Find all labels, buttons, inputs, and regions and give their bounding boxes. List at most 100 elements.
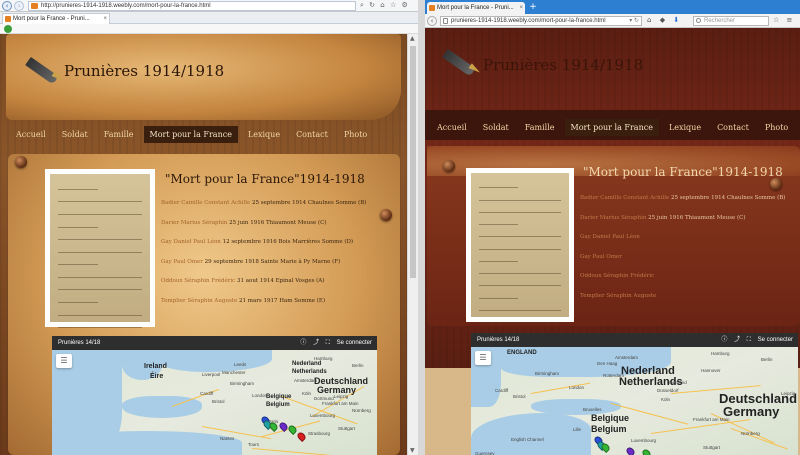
map-header: Prunières 14/18 ⓘ ⤴ ⛶ Se connecter <box>471 333 798 347</box>
fullscreen-icon[interactable]: ⛶ <box>747 337 751 343</box>
refresh-icon[interactable]: ↻ <box>369 1 375 9</box>
fullscreen-icon[interactable]: ⛶ <box>326 340 330 346</box>
soldier-entry: Badier Camille Constant Achille 25 septe… <box>161 200 366 206</box>
nav-item-photo[interactable]: Photo <box>338 126 373 143</box>
star-icon[interactable]: ☆ <box>390 1 396 9</box>
back-button[interactable]: ‹ <box>2 1 12 11</box>
soldier-name-link[interactable]: Darier Marius Séraphin <box>161 220 227 226</box>
map-place-label: Stuttgart <box>703 445 721 450</box>
ie-url-field[interactable]: http://prunieres-1914-1918.weebly.com/mo… <box>28 1 356 11</box>
ff-tab[interactable]: Mort pour la France - Pruni... × <box>427 2 525 14</box>
tab-favicon-icon <box>429 5 435 11</box>
map-place-label: Nürnberg <box>352 408 371 413</box>
soldier-name-link[interactable]: Gay Paul Omer <box>161 259 203 265</box>
map-place-label: Leeds <box>234 362 247 367</box>
share-icon[interactable]: ⤴ <box>313 340 319 346</box>
nav-item-accueil[interactable]: Accueil <box>10 126 52 143</box>
soldier-name-link[interactable]: Oddoux Séraphin Frédéric <box>580 273 654 279</box>
ff-search-box[interactable]: Rechercher <box>693 16 769 26</box>
pin-icon <box>15 156 27 168</box>
home-icon[interactable]: ⌂ <box>380 1 384 9</box>
ff-tab-title: Mort pour la France - Pruni... <box>437 5 514 11</box>
nav-item-photo[interactable]: Photo <box>759 119 794 136</box>
map-place-label: Nederland <box>292 361 322 367</box>
map-place-label: Berlin <box>761 357 773 362</box>
nav-item-mort-pour-la-france[interactable]: Mort pour la France <box>564 119 659 136</box>
sign-in-link[interactable]: Se connecter <box>337 340 372 346</box>
soldier-death-info: 21 mars 1917 Ham Somme (E) <box>237 297 326 304</box>
soldier-name-link[interactable]: Oddoux Séraphin Frédéric <box>161 278 235 284</box>
soldier-name-link[interactable]: Badier Camille Constant Achille <box>580 195 669 201</box>
soldier-name-link[interactable]: Badier Camille Constant Achille <box>161 200 250 206</box>
soldier-entry: Gay Paul Omer 29 septembre 1918 Sainte M… <box>161 259 340 265</box>
soldier-name-link[interactable]: Templier Séraphin Auguste <box>161 298 237 304</box>
close-tab-icon[interactable]: × <box>519 2 523 14</box>
info-icon[interactable]: ⓘ <box>721 337 727 343</box>
nav-item-famille[interactable]: Famille <box>98 126 140 143</box>
info-icon[interactable]: ⓘ <box>300 340 306 346</box>
page-scrollbar[interactable]: ▲ ▼ <box>407 34 418 455</box>
soldier-entry: Darier Marius Séraphin 25 juin 1916 Thia… <box>580 215 746 221</box>
pocket-icon[interactable]: ◆ <box>660 16 665 24</box>
nav-item-accueil[interactable]: Accueil <box>431 119 473 136</box>
map-legend-button[interactable]: ☰ <box>475 351 491 365</box>
site-title[interactable]: Prunières 1914/1918 <box>483 56 643 74</box>
soldier-name-link[interactable]: Templier Séraphin Auguste <box>580 293 656 299</box>
ie-tab-bar: Mort pour la France - Pruni... × <box>0 12 418 24</box>
ff-tab-strip: Mort pour la France - Pruni... × + <box>425 0 800 14</box>
archive-document-image <box>466 168 574 372</box>
soldier-death-info: 25 juin 1916 Thiaumont Meuse (C) <box>646 214 746 221</box>
nav-item-soldat[interactable]: Soldat <box>56 126 94 143</box>
sign-in-link[interactable]: Se connecter <box>758 337 793 343</box>
ie-tab[interactable]: Mort pour la France - Pruni... × <box>2 13 110 24</box>
back-button[interactable]: ‹ <box>427 16 437 26</box>
forward-button[interactable]: › <box>14 1 24 11</box>
tab-favicon-icon <box>5 16 11 22</box>
scroll-up-icon[interactable]: ▲ <box>410 35 415 42</box>
map-place-label: Bristol <box>212 399 225 404</box>
download-icon[interactable]: ⬇ <box>673 16 679 24</box>
soldier-name-link[interactable]: Gay Daniel Paul Léon <box>161 239 221 245</box>
map-place-label: Stuttgart <box>338 426 356 431</box>
map-place-label: Lille <box>573 427 582 432</box>
main-nav: Accueil Soldat Famille Mort pour la France L… <box>431 119 798 136</box>
star-icon[interactable]: ☆ <box>773 16 779 24</box>
nav-item-soldat[interactable]: Soldat <box>477 119 515 136</box>
website-ff: Prunières 1914/1918 Accueil Soldat Famille… <box>425 28 800 455</box>
search-icon[interactable]: ⌕ <box>360 1 364 9</box>
map-place-label: Hannover <box>701 368 721 373</box>
site-title[interactable]: Prunières 1914/1918 <box>64 62 224 80</box>
map-place-label: Dortmund <box>667 380 687 385</box>
soldier-name-link[interactable]: Gay Daniel Paul Léon <box>580 234 640 240</box>
close-tab-icon[interactable]: × <box>103 14 107 24</box>
soldier-name-link[interactable]: Gay Paul Omer <box>580 254 622 260</box>
soldier-death-info: 25 septembre 1914 Chaulnes Somme (B) <box>669 195 786 201</box>
home-icon[interactable]: ⌂ <box>647 16 651 24</box>
nav-item-contact[interactable]: Contact <box>711 119 755 136</box>
reload-icon[interactable]: ▾ ↻ <box>629 17 639 25</box>
nav-item-lexique[interactable]: Lexique <box>242 126 286 143</box>
nav-item-lexique[interactable]: Lexique <box>663 119 707 136</box>
nav-item-mort-pour-la-france[interactable]: Mort pour la France <box>143 126 238 143</box>
ff-url-field[interactable]: prunieres-1914-1918.weebly.com/mort-pour… <box>440 16 642 26</box>
scroll-thumb[interactable] <box>410 46 416 278</box>
google-map[interactable]: Ireland Éire Liverpool Manchester Leeds Birmi… <box>52 336 377 455</box>
new-tab-icon[interactable]: + <box>528 2 538 13</box>
map-place-label: Nantes <box>220 436 235 441</box>
map-place-label: Germany <box>723 404 780 419</box>
nav-item-famille[interactable]: Famille <box>519 119 561 136</box>
soldier-name-link[interactable]: Darier Marius Séraphin <box>580 215 646 221</box>
soldier-entry: Gay Daniel Paul Léon 12 septembre 1916 B… <box>161 239 353 245</box>
website-ie: Prunières 1914/1918 Accueil Soldat Famille… <box>0 34 407 455</box>
map-place-label: Rotterdam <box>603 373 625 378</box>
soldier-entry: Badier Camille Constant Achille 25 septe… <box>580 195 785 201</box>
google-map[interactable]: ENGLAND Nederland Netherlands Deutschland Ge… <box>471 333 798 455</box>
nav-item-contact[interactable]: Contact <box>290 126 334 143</box>
favorites-icon[interactable] <box>4 25 12 33</box>
gear-icon[interactable]: ⚙ <box>401 1 407 9</box>
scroll-down-icon[interactable]: ▼ <box>410 447 415 454</box>
map-place-label: Amsterdam <box>615 355 639 360</box>
map-legend-button[interactable]: ☰ <box>56 354 72 368</box>
share-icon[interactable]: ⤴ <box>734 337 740 343</box>
menu-icon[interactable]: ≡ <box>787 16 793 24</box>
